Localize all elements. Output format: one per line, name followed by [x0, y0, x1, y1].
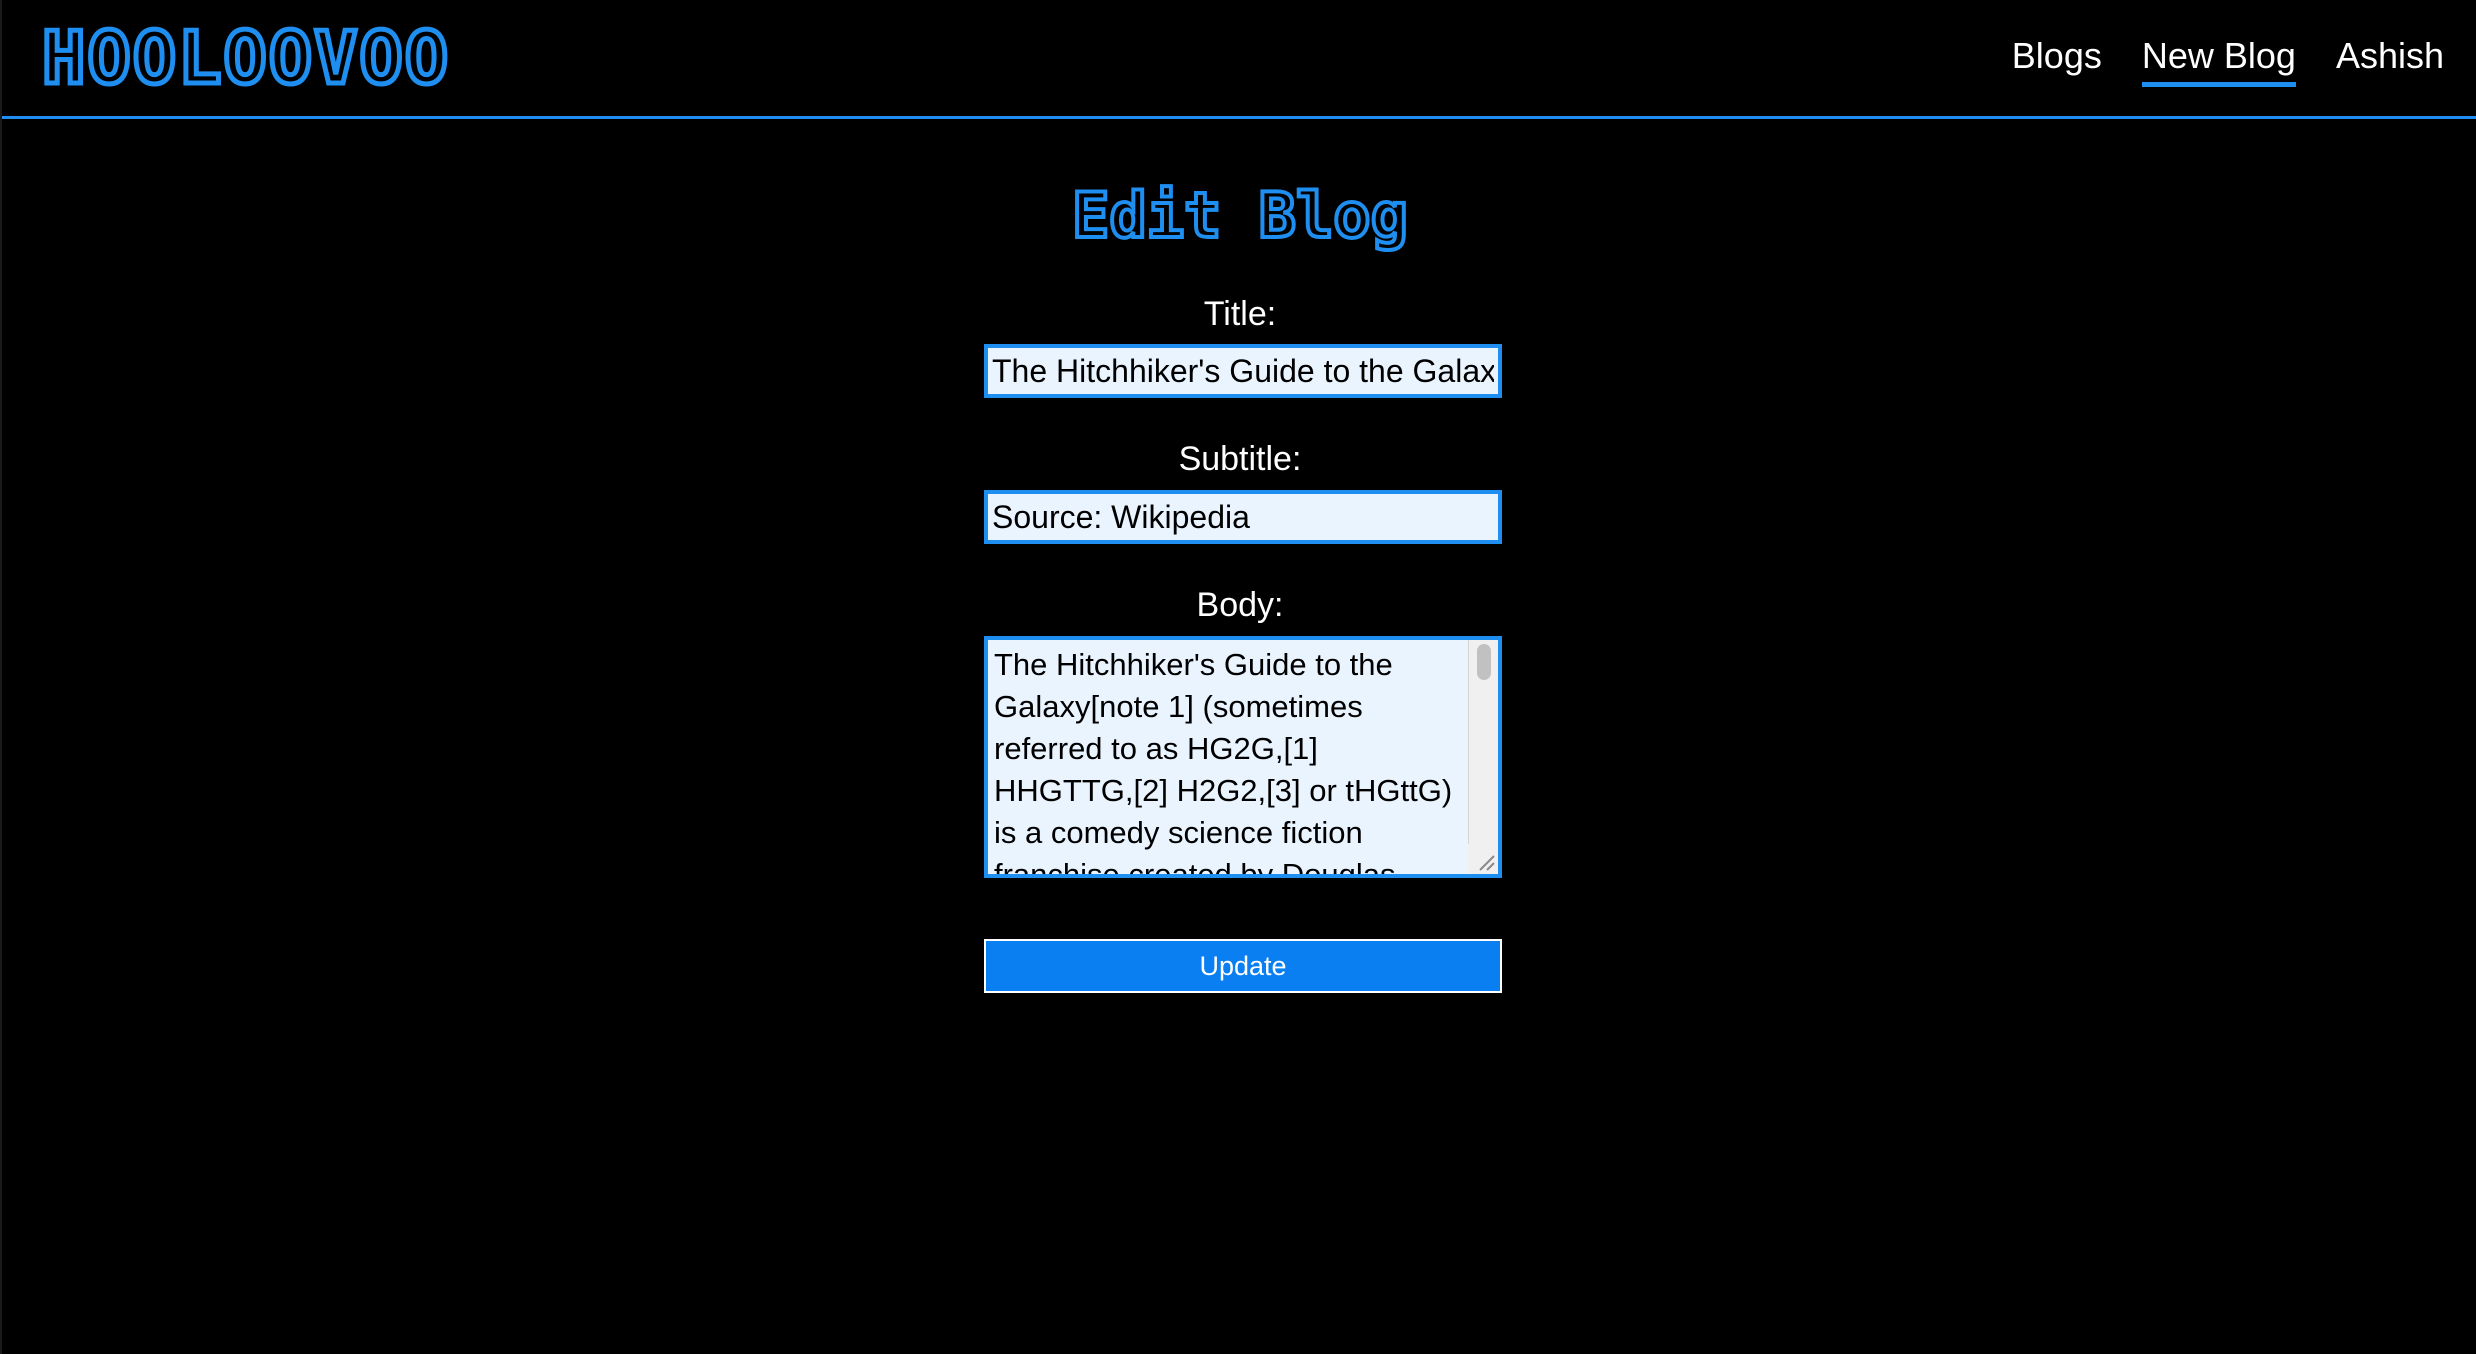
main-nav: Blogs New Blog Ashish: [2012, 34, 2444, 90]
page-title: Edit Blog: [1070, 179, 1410, 253]
body-text: The Hitchhiker's Guide to the Galaxy[not…: [994, 647, 1453, 878]
nav-link-blogs[interactable]: Blogs: [2012, 34, 2102, 82]
site-header: HOOLOOVOO Blogs New Blog Ashish: [2, 0, 2476, 119]
body-textarea[interactable]: The Hitchhiker's Guide to the Galaxy[not…: [984, 636, 1502, 878]
page: HOOLOOVOO Blogs New Blog Ashish Edit Blo…: [0, 0, 2476, 1354]
site-logo[interactable]: HOOLOOVOO: [39, 16, 450, 101]
body-scrollbar[interactable]: [1468, 640, 1498, 874]
update-button[interactable]: Update: [984, 939, 1502, 993]
body-label: Body:: [1196, 586, 1284, 624]
scrollbar-thumb[interactable]: [1477, 644, 1491, 680]
nav-link-new-blog[interactable]: New Blog: [2141, 34, 2296, 87]
subtitle-input[interactable]: [984, 490, 1502, 544]
subtitle-label: Subtitle:: [1178, 440, 1302, 478]
title-label: Title:: [1203, 295, 1277, 333]
title-input[interactable]: [984, 344, 1502, 398]
nav-link-user[interactable]: Ashish: [2336, 34, 2444, 82]
resize-grip-icon[interactable]: [1468, 844, 1498, 874]
